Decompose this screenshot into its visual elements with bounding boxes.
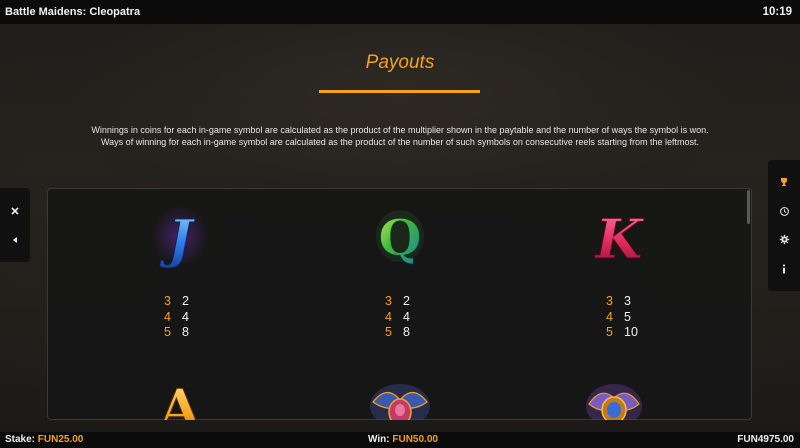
balance-value: FUN4975.00 [737,434,794,445]
history-icon[interactable] [776,203,792,219]
payout-row: 32 [164,294,189,308]
top-bar: Battle Maidens: Cleopatra 10:19 [0,0,800,24]
payout-row: 32 [385,294,410,308]
left-control-panel [0,188,30,262]
payout-list-q: 32 44 58 [385,294,410,341]
scarab-amulet-icon [581,372,647,420]
trophy-icon[interactable] [776,174,792,190]
clock: 10:19 [762,6,792,18]
win-label: Win: [368,434,390,445]
close-icon[interactable] [7,203,23,219]
payout-row: 45 [606,309,631,324]
scrollbar[interactable] [747,190,750,224]
payout-row: 44 [164,309,189,324]
symbol-q-icon: Q [366,200,434,270]
svg-text:A: A [158,377,202,420]
svg-text:K: K [594,207,645,270]
symbol-a-icon: A [150,370,210,421]
game-title: Battle Maidens: Cleopatra [5,6,141,18]
stake-display: Stake: FUN25.00 [5,434,83,445]
page-title: Payouts [365,52,435,73]
gear-icon[interactable] [776,232,792,248]
balance-display: FUN4975.00 [737,434,794,445]
triangle-left-icon[interactable] [7,232,23,248]
payout-list-j: 32 44 58 [164,294,189,341]
right-control-panel [768,160,800,291]
stake-value: FUN25.00 [37,434,84,445]
symbol-k-icon: K [584,200,654,271]
payout-description: Winnings in coins for each in-game symbo… [91,125,709,147]
info-icon[interactable] [776,261,792,277]
stake-label: Stake: [5,434,36,445]
payout-list-k: 33 45 5 10 [606,294,638,341]
symbol-row-partial: A [47,360,752,420]
bottom-bar: Stake: FUN25.00 Win: FUN50.00 FUN4975.00 [0,432,800,448]
win-display: Win: FUN50.00 [368,434,438,445]
symbol-j-icon: J [150,200,210,270]
payout-row: 58 [164,325,189,339]
payout-row: 44 [385,309,410,324]
payout-row: 58 [385,325,410,339]
payout-row: 5 10 [606,325,638,339]
title-underline [319,90,480,93]
payout-row: 33 [606,294,631,308]
win-value: FUN50.00 [392,434,438,445]
scarab-icon [367,372,433,420]
svg-text:Q: Q [378,208,422,267]
